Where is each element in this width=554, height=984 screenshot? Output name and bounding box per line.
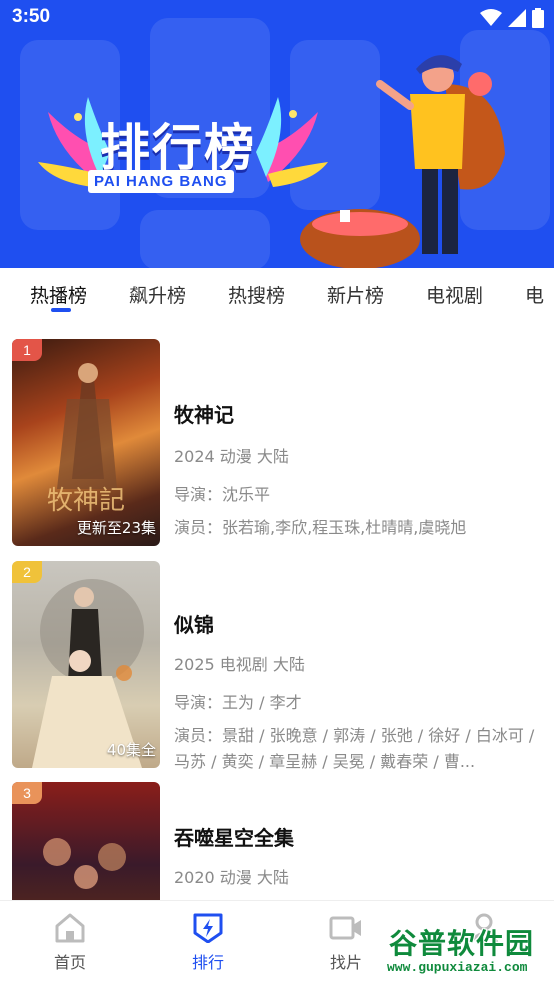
- poster-image[interactable]: 3: [12, 782, 160, 900]
- poster-figure-icon: 牧神記: [47, 363, 125, 516]
- nav-home[interactable]: 首页: [30, 913, 110, 973]
- app-screen: 3:50 排行榜 PAI HANG BANG 热播榜 飙升榜 热搜榜 新片榜 电…: [0, 0, 554, 984]
- item-cast: 演员：张若瑜,李欣,程玉珠,杜晴晴,虞晓旭: [174, 518, 467, 537]
- site-watermark: 谷普软件园 www.gupuxiazai.com: [383, 922, 551, 980]
- character-illustration-icon: [300, 55, 505, 268]
- list-item[interactable]: 3 吞噬星空全集 2020 动漫 大陆: [0, 782, 554, 900]
- nav-home-label: 首页: [53, 953, 86, 972]
- ranking-banner: 3:50 排行榜 PAI HANG BANG: [0, 0, 554, 268]
- active-tab-indicator: [51, 308, 71, 312]
- poster-image[interactable]: 牧神記 1 更新至23集: [12, 339, 160, 546]
- tab-tv-series[interactable]: 电视剧: [426, 281, 483, 308]
- tab-hot-search[interactable]: 热搜榜: [228, 281, 285, 308]
- item-meta: 2020 动漫 大陆: [174, 868, 289, 887]
- ranking-list: 牧神記 1 更新至23集 牧神记 2024 动漫 大陆 导演：沈乐平 演员：张若…: [0, 320, 554, 900]
- home-icon: [55, 913, 85, 943]
- rank-badge: 1: [12, 339, 42, 361]
- battery-icon: [532, 8, 544, 28]
- rank-badge: 3: [12, 782, 42, 804]
- banner-subtitle: PAI HANG BANG: [88, 170, 234, 193]
- poster-image[interactable]: 2 40集全: [12, 561, 160, 768]
- status-time: 3:50: [12, 6, 51, 27]
- item-title[interactable]: 牧神记: [174, 399, 234, 428]
- poster-figure-icon: [32, 579, 144, 768]
- item-cast: 演员：景甜 / 张晚意 / 郭涛 / 张弛 / 徐好 / 白冰可 / 马苏 / …: [174, 726, 535, 771]
- video-camera-icon: [329, 916, 361, 940]
- watermark-url: www.gupuxiazai.com: [387, 960, 528, 975]
- status-bar: 3:50: [0, 0, 554, 38]
- wifi-icon: [480, 9, 502, 26]
- episode-badge: 40集全: [106, 741, 156, 759]
- item-title[interactable]: 吞噬星空全集: [174, 822, 294, 851]
- svg-text:牧神記: 牧神記: [47, 486, 125, 516]
- tab-hot-play[interactable]: 热播榜: [30, 281, 87, 308]
- tab-more[interactable]: 电: [525, 281, 544, 308]
- rank-badge: 2: [12, 561, 42, 583]
- ranking-icon: [193, 913, 223, 943]
- item-title[interactable]: 似锦: [174, 609, 214, 638]
- item-meta: 2024 动漫 大陆: [174, 447, 289, 466]
- episode-badge: 更新至23集: [76, 519, 156, 537]
- watermark-text: 谷普软件园: [389, 927, 535, 960]
- nav-find[interactable]: 找片: [306, 913, 386, 973]
- item-meta: 2025 电视剧 大陆: [174, 655, 305, 674]
- nav-ranking-label: 排行: [191, 953, 224, 972]
- tab-rising[interactable]: 飙升榜: [129, 281, 186, 308]
- list-item[interactable]: 2 40集全 似锦 2025 电视剧 大陆 导演：王为 / 李才 演员：景甜 /…: [0, 561, 554, 771]
- ranking-tabs: 热播榜 飙升榜 热搜榜 新片榜 电视剧 电: [0, 268, 554, 318]
- nav-find-label: 找片: [329, 953, 362, 972]
- item-director: 导演：沈乐平: [174, 485, 271, 504]
- item-director: 导演：王为 / 李才: [174, 693, 302, 712]
- signal-icon: [508, 9, 526, 27]
- tab-new-release[interactable]: 新片榜: [327, 281, 384, 308]
- nav-ranking[interactable]: 排行: [168, 913, 248, 973]
- list-item[interactable]: 牧神記 1 更新至23集 牧神记 2024 动漫 大陆 导演：沈乐平 演员：张若…: [0, 339, 554, 549]
